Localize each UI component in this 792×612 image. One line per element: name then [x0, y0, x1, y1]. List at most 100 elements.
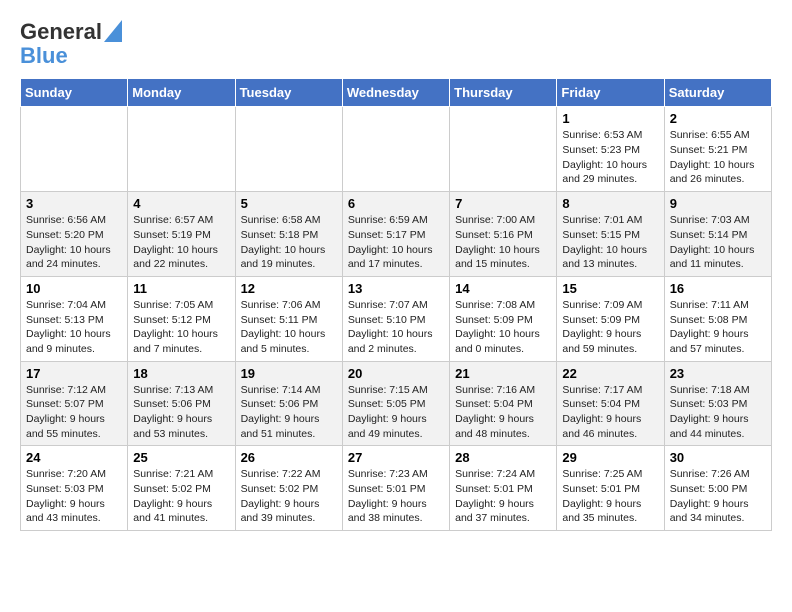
calendar-week-5: 24 Sunrise: 7:20 AM Sunset: 5:03 PM Dayli… [21, 446, 772, 531]
page-header: General Blue [20, 20, 772, 68]
day-info: Sunrise: 7:24 AM Sunset: 5:01 PM Dayligh… [455, 467, 551, 526]
calendar-cell: 11 Sunrise: 7:05 AM Sunset: 5:12 PM Dayli… [128, 276, 235, 361]
day-header-thursday: Thursday [450, 79, 557, 107]
day-number: 24 [26, 450, 122, 465]
day-number: 21 [455, 366, 551, 381]
day-info: Sunrise: 7:00 AM Sunset: 5:16 PM Dayligh… [455, 213, 551, 272]
calendar-cell [342, 107, 449, 192]
calendar-cell: 10 Sunrise: 7:04 AM Sunset: 5:13 PM Dayli… [21, 276, 128, 361]
calendar-cell [21, 107, 128, 192]
day-header-monday: Monday [128, 79, 235, 107]
day-info: Sunrise: 7:01 AM Sunset: 5:15 PM Dayligh… [562, 213, 658, 272]
day-number: 22 [562, 366, 658, 381]
calendar-cell: 13Sunrise: 7:07 AM Sunset: 5:10 PM Dayli… [342, 276, 449, 361]
day-info: Sunrise: 6:58 AM Sunset: 5:18 PM Dayligh… [241, 213, 337, 272]
day-info: Sunrise: 7:04 AM Sunset: 5:13 PM Dayligh… [26, 298, 122, 357]
calendar-cell: 25 Sunrise: 7:21 AM Sunset: 5:02 PM Dayli… [128, 446, 235, 531]
day-info: Sunrise: 7:20 AM Sunset: 5:03 PM Dayligh… [26, 467, 122, 526]
day-info: Sunrise: 6:56 AM Sunset: 5:20 PM Dayligh… [26, 213, 122, 272]
logo-text-general: General [20, 20, 102, 44]
day-header-tuesday: Tuesday [235, 79, 342, 107]
calendar-week-4: 17 Sunrise: 7:12 AM Sunset: 5:07 PM Dayli… [21, 361, 772, 446]
calendar-header-row: SundayMondayTuesdayWednesdayThursdayFrid… [21, 79, 772, 107]
day-number: 28 [455, 450, 551, 465]
day-info: Sunrise: 7:26 AM Sunset: 5:00 PM Dayligh… [670, 467, 766, 526]
day-number: 25 [133, 450, 229, 465]
calendar-week-1: 1 Sunrise: 6:53 AM Sunset: 5:23 PM Daylig… [21, 107, 772, 192]
day-number: 27 [348, 450, 444, 465]
calendar-cell: 17 Sunrise: 7:12 AM Sunset: 5:07 PM Dayli… [21, 361, 128, 446]
day-info: Sunrise: 7:21 AM Sunset: 5:02 PM Dayligh… [133, 467, 229, 526]
calendar-cell: 18 Sunrise: 7:13 AM Sunset: 5:06 PM Dayli… [128, 361, 235, 446]
day-info: Sunrise: 7:09 AM Sunset: 5:09 PM Dayligh… [562, 298, 658, 357]
calendar-cell: 12 Sunrise: 7:06 AM Sunset: 5:11 PM Dayli… [235, 276, 342, 361]
logo-triangle-icon [104, 20, 122, 42]
calendar-cell: 20 Sunrise: 7:15 AM Sunset: 5:05 PM Dayli… [342, 361, 449, 446]
day-number: 29 [562, 450, 658, 465]
day-number: 8 [562, 196, 658, 211]
day-number: 18 [133, 366, 229, 381]
day-number: 10 [26, 281, 122, 296]
calendar-cell: 9 Sunrise: 7:03 AM Sunset: 5:14 PM Daylig… [664, 192, 771, 277]
day-info: Sunrise: 7:05 AM Sunset: 5:12 PM Dayligh… [133, 298, 229, 357]
calendar-week-3: 10 Sunrise: 7:04 AM Sunset: 5:13 PM Dayli… [21, 276, 772, 361]
day-info: Sunrise: 6:53 AM Sunset: 5:23 PM Dayligh… [562, 128, 658, 187]
calendar-cell: 24 Sunrise: 7:20 AM Sunset: 5:03 PM Dayli… [21, 446, 128, 531]
calendar-cell: 1 Sunrise: 6:53 AM Sunset: 5:23 PM Daylig… [557, 107, 664, 192]
calendar-cell: 15 Sunrise: 7:09 AM Sunset: 5:09 PM Dayli… [557, 276, 664, 361]
calendar-cell: 2 Sunrise: 6:55 AM Sunset: 5:21 PM Daylig… [664, 107, 771, 192]
calendar-cell: 19Sunrise: 7:14 AM Sunset: 5:06 PM Dayli… [235, 361, 342, 446]
day-number: 15 [562, 281, 658, 296]
day-number: 7 [455, 196, 551, 211]
day-info: Sunrise: 7:15 AM Sunset: 5:05 PM Dayligh… [348, 383, 444, 442]
day-number: 4 [133, 196, 229, 211]
day-info: Sunrise: 6:55 AM Sunset: 5:21 PM Dayligh… [670, 128, 766, 187]
day-number: 20 [348, 366, 444, 381]
day-number: 2 [670, 111, 766, 126]
day-number: 30 [670, 450, 766, 465]
day-info: Sunrise: 7:23 AM Sunset: 5:01 PM Dayligh… [348, 467, 444, 526]
calendar-cell [128, 107, 235, 192]
day-info: Sunrise: 7:03 AM Sunset: 5:14 PM Dayligh… [670, 213, 766, 272]
calendar-cell: 6 Sunrise: 6:59 AM Sunset: 5:17 PM Daylig… [342, 192, 449, 277]
day-info: Sunrise: 7:07 AM Sunset: 5:10 PM Dayligh… [348, 298, 444, 357]
calendar-cell [450, 107, 557, 192]
day-number: 5 [241, 196, 337, 211]
calendar-cell [235, 107, 342, 192]
day-number: 17 [26, 366, 122, 381]
day-number: 9 [670, 196, 766, 211]
day-info: Sunrise: 7:11 AM Sunset: 5:08 PM Dayligh… [670, 298, 766, 357]
calendar-cell: 22Sunrise: 7:17 AM Sunset: 5:04 PM Dayli… [557, 361, 664, 446]
day-number: 3 [26, 196, 122, 211]
calendar-cell: 14Sunrise: 7:08 AM Sunset: 5:09 PM Dayli… [450, 276, 557, 361]
calendar-table: SundayMondayTuesdayWednesdayThursdayFrid… [20, 78, 772, 531]
calendar-cell: 23Sunrise: 7:18 AM Sunset: 5:03 PM Dayli… [664, 361, 771, 446]
day-number: 11 [133, 281, 229, 296]
day-info: Sunrise: 7:14 AM Sunset: 5:06 PM Dayligh… [241, 383, 337, 442]
day-info: Sunrise: 6:59 AM Sunset: 5:17 PM Dayligh… [348, 213, 444, 272]
calendar-week-2: 3 Sunrise: 6:56 AM Sunset: 5:20 PM Daylig… [21, 192, 772, 277]
day-number: 1 [562, 111, 658, 126]
calendar-cell: 29 Sunrise: 7:25 AM Sunset: 5:01 PM Dayli… [557, 446, 664, 531]
calendar-cell: 7 Sunrise: 7:00 AM Sunset: 5:16 PM Daylig… [450, 192, 557, 277]
logo: General Blue [20, 20, 122, 68]
day-info: Sunrise: 7:06 AM Sunset: 5:11 PM Dayligh… [241, 298, 337, 357]
day-number: 23 [670, 366, 766, 381]
calendar-cell: 21 Sunrise: 7:16 AM Sunset: 5:04 PM Dayli… [450, 361, 557, 446]
calendar-cell: 4 Sunrise: 6:57 AM Sunset: 5:19 PM Daylig… [128, 192, 235, 277]
day-number: 12 [241, 281, 337, 296]
day-info: Sunrise: 7:08 AM Sunset: 5:09 PM Dayligh… [455, 298, 551, 357]
calendar-cell: 3 Sunrise: 6:56 AM Sunset: 5:20 PM Daylig… [21, 192, 128, 277]
day-info: Sunrise: 7:25 AM Sunset: 5:01 PM Dayligh… [562, 467, 658, 526]
day-info: Sunrise: 7:12 AM Sunset: 5:07 PM Dayligh… [26, 383, 122, 442]
calendar-cell: 16Sunrise: 7:11 AM Sunset: 5:08 PM Dayli… [664, 276, 771, 361]
day-number: 6 [348, 196, 444, 211]
day-info: Sunrise: 7:13 AM Sunset: 5:06 PM Dayligh… [133, 383, 229, 442]
day-header-sunday: Sunday [21, 79, 128, 107]
calendar-cell: 8 Sunrise: 7:01 AM Sunset: 5:15 PM Daylig… [557, 192, 664, 277]
day-header-saturday: Saturday [664, 79, 771, 107]
calendar-cell: 30 Sunrise: 7:26 AM Sunset: 5:00 PM Dayli… [664, 446, 771, 531]
day-info: Sunrise: 6:57 AM Sunset: 5:19 PM Dayligh… [133, 213, 229, 272]
calendar-cell: 28 Sunrise: 7:24 AM Sunset: 5:01 PM Dayli… [450, 446, 557, 531]
day-info: Sunrise: 7:16 AM Sunset: 5:04 PM Dayligh… [455, 383, 551, 442]
